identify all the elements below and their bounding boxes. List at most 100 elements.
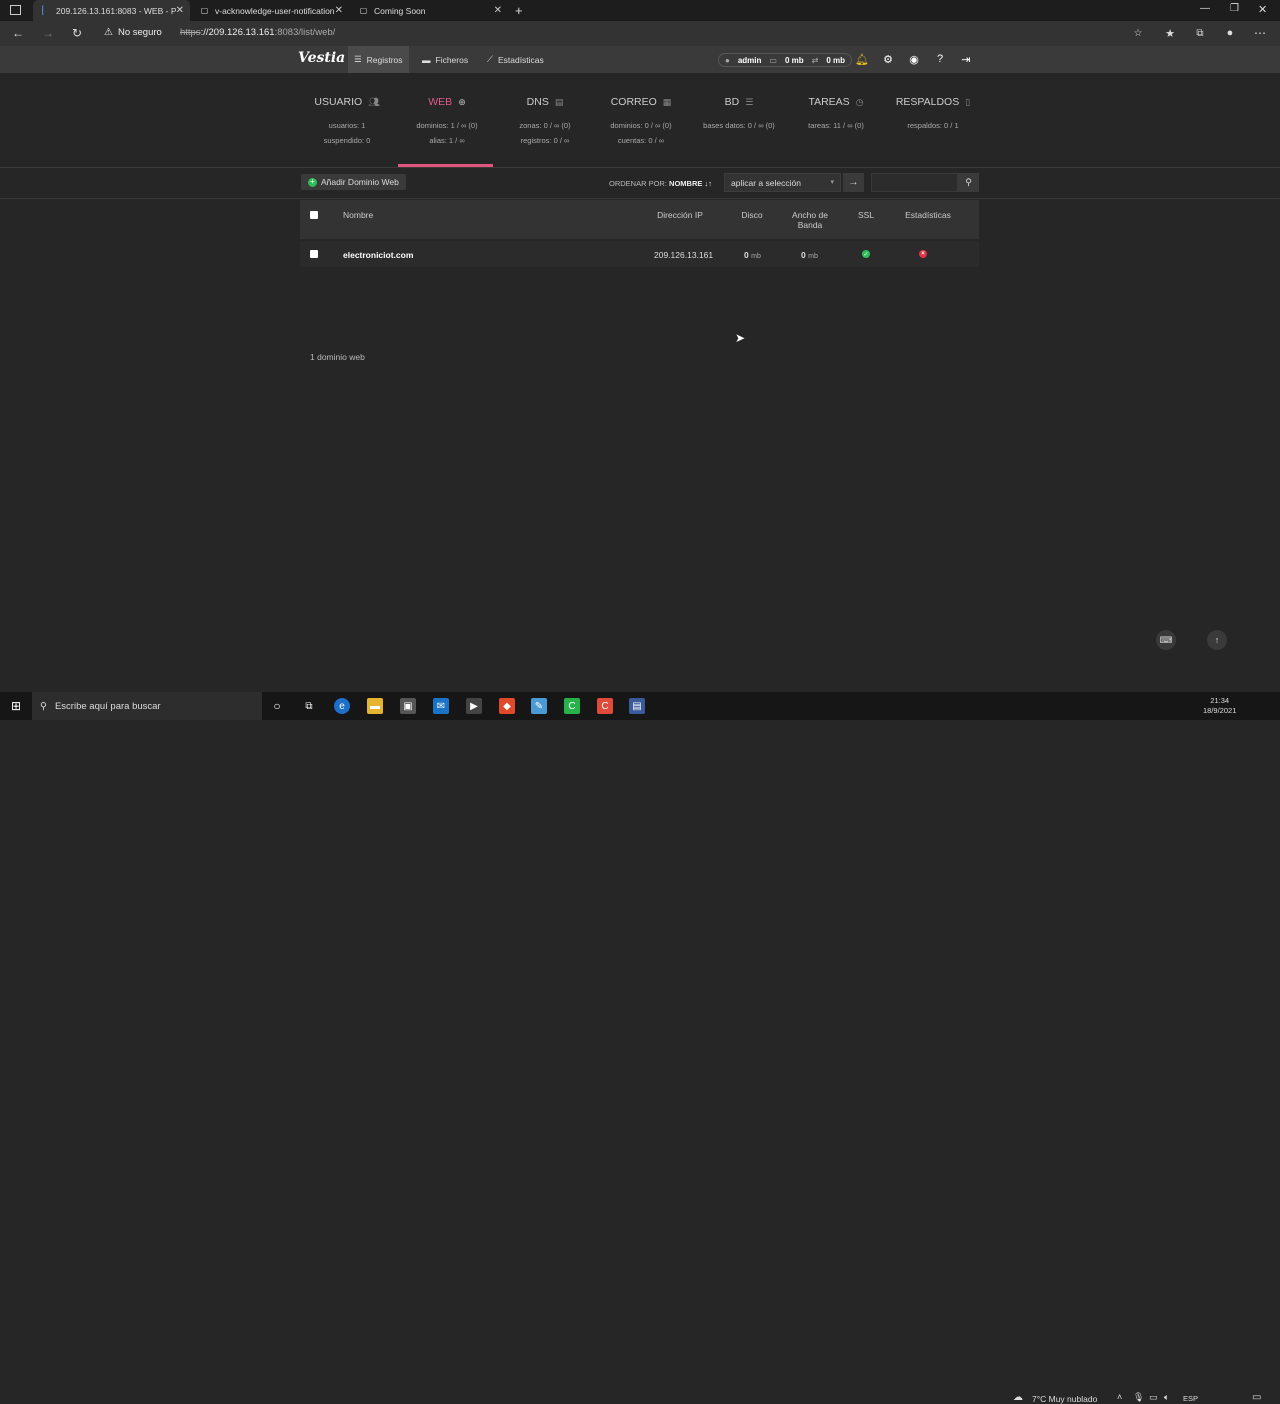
weather-cloud-icon[interactable]: ☁ — [1013, 1392, 1023, 1403]
users-icon: 👥︎ — [368, 96, 380, 107]
network-icon[interactable]: ▭ — [1149, 1392, 1158, 1403]
windows-taskbar: ⊞ ⚲ Escribe aquí para buscar ○ ⧉ e ▬ ▣ ✉… — [0, 692, 1280, 1404]
close-tab-icon[interactable]: ✕ — [494, 5, 502, 16]
notifications-icon[interactable]: ▭ — [1252, 1392, 1261, 1403]
close-tab-icon[interactable]: ✕ — [335, 5, 343, 16]
file-icon: ▯ — [965, 96, 971, 107]
notes-app-icon[interactable]: ✎ — [531, 698, 547, 714]
browser-tab-1[interactable]: ▏ 209.126.13.161:8083 - WEB - Par ✕ — [33, 0, 190, 21]
select-all-checkbox[interactable] — [310, 211, 318, 219]
collections-icon[interactable]: ⧉ — [1192, 25, 1208, 41]
browser-tab-3[interactable]: ▢ Coming Soon ✕ — [351, 0, 508, 21]
page-icon: ▢ — [200, 6, 209, 15]
search-button[interactable]: ⚲ — [958, 173, 979, 192]
close-tab-icon[interactable]: ✕ — [176, 5, 184, 16]
reload-icon[interactable]: ↻ — [69, 25, 85, 41]
stat-respaldos[interactable]: RESPALDOS ▯ respaldos: 0 / 1 — [888, 96, 978, 133]
keyboard-shortcuts-button[interactable]: ⌨ — [1156, 630, 1176, 650]
browser-tab-bar: ▏ 209.126.13.161:8083 - WEB - Par ✕ ▢ v-… — [0, 0, 1280, 21]
tray-chevron-up-icon[interactable]: ˄ — [1117, 1392, 1122, 1402]
chart-icon: ⟋ — [487, 54, 493, 64]
stat-usuario[interactable]: USUARIO 👥︎ usuarios: 1 suspendido: 0 — [303, 96, 391, 148]
edge-browser-icon[interactable]: e — [334, 698, 350, 714]
divider — [0, 198, 1280, 199]
disk-icon: ▭ — [769, 55, 777, 65]
disk-usage: 0 mb — [744, 250, 761, 260]
restore-icon[interactable]: ❐ — [1230, 3, 1239, 14]
clock-icon: ◷ — [855, 96, 864, 107]
ssl-enabled-check-icon: ✓ — [862, 250, 870, 258]
stat-dns[interactable]: DNS ▤ zonas: 0 / ∞ (0) registros: 0 / ∞ — [500, 96, 590, 148]
arrow-right-icon: → — [848, 177, 859, 188]
address-bar: ← → ↻ ⚠ No seguro https://209.126.13.161… — [0, 21, 1280, 46]
keyboard-icon: ⌨ — [1159, 634, 1173, 645]
chevron-down-icon: ▾ — [830, 179, 834, 186]
nav-registros[interactable]: ☰ Registros — [348, 46, 409, 73]
mail-stack-icon: ▦ — [662, 96, 672, 107]
bulk-action-select[interactable]: aplicar a selección ▾ — [724, 173, 841, 192]
apply-bulk-action-button[interactable]: → — [843, 173, 864, 192]
stat-web[interactable]: WEB ⊕ dominios: 1 / ∞ (0) alias: 1 / ∞ — [402, 96, 492, 148]
vestia-favicon-icon: ▏ — [42, 6, 49, 15]
stat-tareas[interactable]: TAREAS ◷ tareas: 11 / ∞ (0) — [791, 96, 881, 133]
search-input[interactable] — [871, 173, 958, 192]
task-view-icon[interactable]: ⧉ — [301, 698, 317, 714]
profile-icon[interactable]: ● — [1222, 25, 1238, 41]
forward-icon[interactable]: → — [40, 25, 56, 41]
domain-name-link[interactable]: electroniciot.com — [343, 250, 413, 260]
url-field[interactable]: https://209.126.13.161:8083/list/web/ — [180, 27, 335, 38]
brave-browser-icon[interactable]: ◆ — [499, 698, 515, 714]
security-indicator[interactable]: ⚠ No seguro — [104, 27, 162, 38]
favorites-icon[interactable]: ★ — [1162, 25, 1178, 41]
taskbar-clock[interactable]: 21:34 18/9/2021 — [1203, 696, 1236, 716]
book-icon: ▤ — [554, 96, 564, 107]
folder-icon: ▬ — [422, 54, 431, 65]
tab-actions-icon[interactable] — [10, 5, 21, 15]
add-web-domain-button[interactable]: + Añadir Dominio Web — [301, 174, 406, 190]
sort-arrows-icon: ↓↑ — [704, 179, 712, 188]
minimize-icon[interactable]: — — [1200, 3, 1210, 14]
user-circle-icon[interactable]: ◉ — [907, 52, 921, 66]
notifications-bell-icon[interactable]: 🔔︎ — [855, 52, 869, 66]
stat-bd[interactable]: BD ☰ bases datos: 0 / ∞ (0) — [694, 96, 784, 133]
help-icon[interactable]: ? — [933, 52, 947, 66]
database-icon: ☰ — [745, 96, 754, 107]
microphone-icon[interactable]: 🎙︎ — [1133, 1392, 1144, 1403]
bandwidth-icon: ⇄ — [811, 55, 819, 65]
remote-desktop-icon[interactable]: ▤ — [629, 698, 645, 714]
app-c-green-icon[interactable]: C — [564, 698, 580, 714]
video-editor-icon[interactable]: ▶ — [466, 698, 482, 714]
plus-circle-icon: + — [308, 177, 317, 187]
page-icon: ▢ — [359, 6, 368, 15]
vestia-logo[interactable]: Vestia — [298, 50, 345, 66]
add-favorite-icon[interactable]: ☆ — [1130, 25, 1146, 41]
close-window-icon[interactable]: ✕ — [1258, 3, 1267, 16]
nav-ficheros[interactable]: ▬ Ficheros — [416, 46, 474, 73]
store-icon[interactable]: ▣ — [400, 698, 416, 714]
nav-estadisticas[interactable]: ⟋ Estadísticas — [481, 46, 550, 73]
cortana-icon[interactable]: ○ — [269, 698, 285, 714]
volume-icon[interactable]: 🔈︎ — [1164, 1392, 1169, 1403]
bandwidth-header[interactable]: Ancho de Banda — [784, 210, 836, 230]
table-row[interactable]: electroniciot.com 209.126.13.161 0 mb 0 … — [300, 241, 979, 267]
sort-control[interactable]: ORDENAR POR: NOMBRE ↓↑ — [609, 179, 712, 188]
more-icon[interactable]: ⋯ — [1252, 25, 1268, 41]
new-tab-icon[interactable]: + — [515, 3, 523, 18]
mail-icon[interactable]: ✉ — [433, 698, 449, 714]
user-info-pill[interactable]: ● admin ▭ 0 mb ⇄ 0 mb — [718, 53, 853, 67]
scroll-top-button[interactable]: ↑ — [1207, 630, 1227, 650]
stat-correo[interactable]: CORREO ▦ dominios: 0 / ∞ (0) cuentas: 0 / … — [596, 96, 686, 148]
back-icon[interactable]: ← — [10, 25, 26, 41]
file-explorer-icon[interactable]: ▬ — [367, 698, 383, 714]
browser-tab-2[interactable]: ▢ v-acknowledge-user-notification ✕ — [192, 0, 349, 21]
user-icon: ● — [725, 55, 730, 65]
logout-icon[interactable]: ⇥ — [959, 52, 973, 66]
globe-icon: ⊕ — [458, 96, 466, 107]
arrow-up-icon: ↑ — [1214, 635, 1220, 645]
stats-disabled-x-icon: × — [919, 250, 927, 258]
taskbar-search-input[interactable]: ⚲ Escribe aquí para buscar — [32, 692, 262, 720]
settings-gear-icon[interactable]: ⚙ — [881, 52, 895, 66]
windows-start-icon[interactable]: ⊞ — [8, 698, 24, 714]
app-c-red-icon[interactable]: C — [597, 698, 613, 714]
row-checkbox[interactable] — [310, 250, 318, 258]
